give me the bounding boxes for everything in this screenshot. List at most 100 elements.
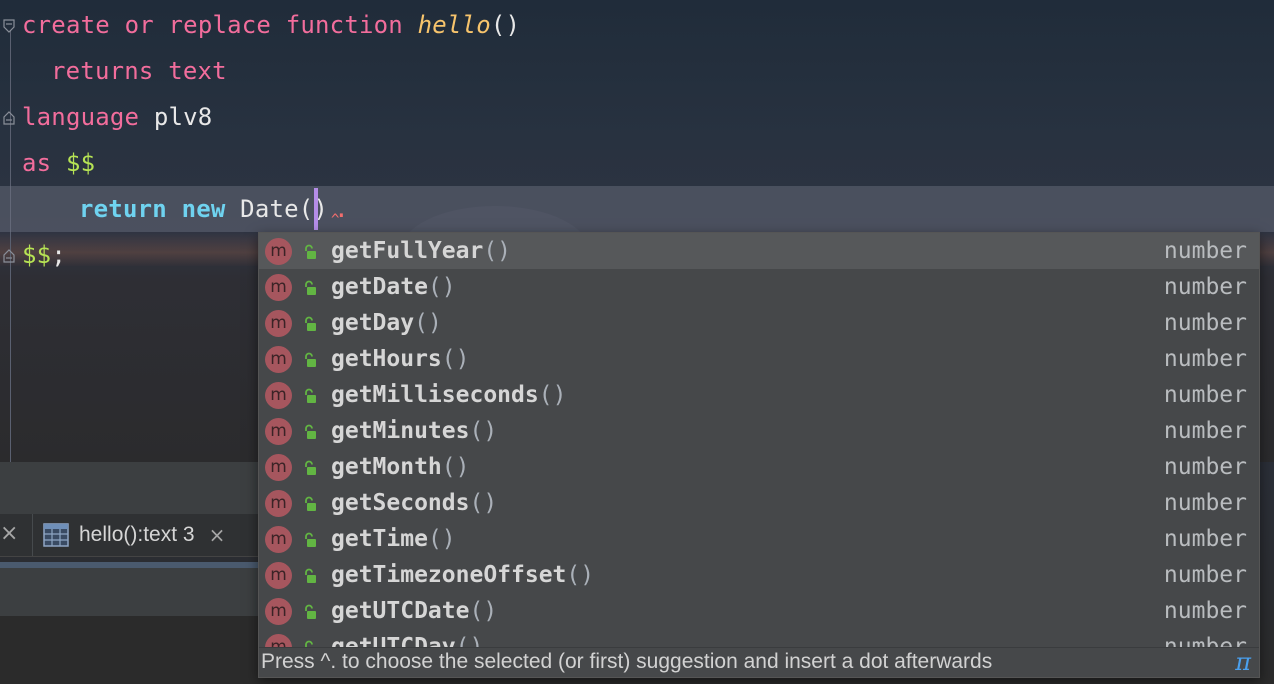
completion-item[interactable]: m getUTCDate() number — [259, 593, 1259, 629]
completion-item-type: number — [1163, 274, 1247, 300]
code-line-3[interactable]: language plv8 — [22, 94, 212, 140]
tab-hello-text-3[interactable]: hello():text 3 × — [32, 514, 259, 556]
public-access-icon — [305, 604, 316, 619]
method-icon: m — [265, 598, 292, 625]
method-parens: () — [441, 454, 470, 480]
function-name: hello — [417, 11, 491, 39]
completion-item[interactable]: m getUTCDay() number — [259, 629, 1259, 647]
keyword: as — [22, 149, 52, 177]
code-line-2[interactable]: returns text — [51, 48, 227, 94]
method-icon: m — [265, 526, 292, 553]
completion-item[interactable]: m getDate() number — [259, 269, 1259, 305]
code-line-5[interactable]: return new Date(). — [79, 186, 349, 232]
method-name: getHours — [331, 346, 442, 372]
public-access-icon — [305, 316, 316, 331]
public-access-icon — [305, 244, 316, 259]
method-name: getDate — [331, 274, 428, 300]
tab-label: hello():text 3 — [79, 523, 195, 546]
fold-marker-icon[interactable] — [3, 111, 15, 125]
completion-item-type: number — [1163, 454, 1247, 480]
completion-footer: Press ^. to choose the selected (or firs… — [259, 647, 1259, 677]
completion-item[interactable]: m getFullYear() number — [259, 233, 1259, 269]
fold-marker-icon[interactable] — [3, 249, 15, 263]
result-area — [0, 616, 258, 684]
completion-item[interactable]: m getHours() number — [259, 341, 1259, 377]
keyword: create — [22, 11, 110, 39]
method-parens: () — [469, 418, 498, 444]
completion-popup[interactable]: m getFullYear() number m getDate() number m get… — [258, 232, 1260, 678]
method-name: getTime — [331, 526, 428, 552]
completion-item[interactable]: m getTime() number — [259, 521, 1259, 557]
language-name: plv8 — [153, 103, 213, 131]
method-name: getSeconds — [331, 490, 470, 516]
completion-item[interactable]: m getSeconds() number — [259, 485, 1259, 521]
completion-item-type: number — [1163, 418, 1247, 444]
completion-item[interactable]: m getMonth() number — [259, 449, 1259, 485]
method-parens: () — [469, 598, 498, 624]
method-icon: m — [265, 346, 292, 373]
dollar-quote: $$ — [22, 241, 52, 269]
method-parens: () — [427, 526, 456, 552]
completion-item-type: number — [1163, 382, 1247, 408]
method-icon: m — [265, 238, 292, 265]
method-icon: m — [265, 490, 292, 517]
completion-item-name: getFullYear() — [331, 238, 511, 264]
semicolon: ; — [51, 241, 66, 269]
completion-item[interactable]: m getMinutes() number — [259, 413, 1259, 449]
completion-item-name: getUTCDate() — [331, 598, 497, 624]
completion-item-type: number — [1163, 526, 1247, 552]
completion-item-type: number — [1163, 490, 1247, 516]
public-access-icon — [305, 388, 316, 403]
close-icon[interactable]: × — [209, 523, 226, 547]
tool-window-toolbar — [0, 462, 258, 514]
code-line-6[interactable]: $$; — [22, 232, 66, 278]
fold-marker-icon[interactable] — [3, 19, 15, 33]
completion-item-type: number — [1163, 634, 1247, 647]
completion-item[interactable]: m getDay() number — [259, 305, 1259, 341]
method-icon: m — [265, 274, 292, 301]
method-parens: () — [483, 238, 512, 264]
completion-item[interactable]: m getTimezoneOffset() number — [259, 557, 1259, 593]
text-caret — [314, 188, 318, 230]
method-parens: () — [469, 490, 498, 516]
public-access-icon — [305, 532, 316, 547]
method-icon: m — [265, 418, 292, 445]
method-name: getFullYear — [331, 238, 484, 264]
completion-item-name: getMonth() — [331, 454, 469, 480]
js-keyword: new — [181, 195, 226, 223]
completion-item-type: number — [1163, 598, 1247, 624]
pi-icon[interactable]: π — [1235, 648, 1251, 676]
public-access-icon — [305, 280, 316, 295]
code-line-4[interactable]: as $$ — [22, 140, 95, 186]
keyword: language — [22, 103, 140, 131]
return-type: text — [168, 57, 227, 85]
method-name: getMilliseconds — [331, 382, 539, 408]
completion-item-name: getHours() — [331, 346, 469, 372]
completion-item-type: number — [1163, 238, 1247, 264]
public-access-icon — [305, 460, 316, 475]
method-parens: () — [414, 310, 442, 336]
completion-hint: Press ^. to choose the selected (or firs… — [261, 650, 993, 673]
dollar-quote: $$ — [65, 149, 96, 177]
close-icon[interactable]: × — [0, 521, 18, 546]
method-name: getUTCDay — [331, 634, 456, 647]
completion-item-name: getMilliseconds() — [331, 382, 566, 408]
code-line-1[interactable]: create or replace function hello() — [22, 2, 520, 48]
method-parens: () — [538, 382, 567, 408]
completion-item-type: number — [1163, 346, 1247, 372]
completion-item-type: number — [1163, 310, 1247, 336]
method-icon: m — [265, 310, 292, 337]
method-icon: m — [265, 454, 292, 481]
completion-item[interactable]: m getMilliseconds() number — [259, 377, 1259, 413]
completion-item-name: getDay() — [331, 310, 442, 336]
completion-item-name: getTimezoneOffset() — [331, 562, 594, 588]
public-access-icon — [305, 424, 316, 439]
completion-item-name: getMinutes() — [331, 418, 497, 444]
completion-item-name: getSeconds() — [331, 490, 497, 516]
completion-item-name: getDate() — [331, 274, 456, 300]
completion-list[interactable]: m getFullYear() number m getDate() number m get… — [259, 233, 1259, 647]
method-parens: () — [455, 634, 484, 647]
table-icon — [43, 523, 69, 547]
method-name: getUTCDate — [331, 598, 470, 624]
method-name: getDay — [331, 310, 415, 336]
